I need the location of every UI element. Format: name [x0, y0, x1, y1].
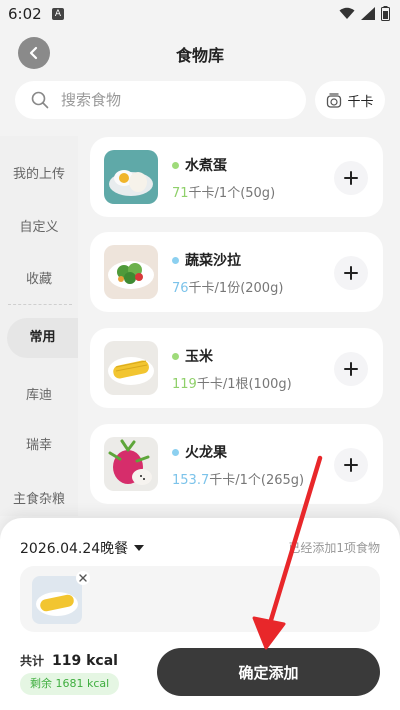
- total-row: 共计 119 kcal: [20, 652, 118, 669]
- food-kcal: 119: [172, 377, 197, 392]
- sidebar-divider: [8, 304, 72, 305]
- close-icon: [79, 574, 87, 582]
- confirm-add-button[interactable]: 确定添加: [157, 648, 380, 696]
- status-bar: 6:02 A: [0, 0, 400, 28]
- plus-icon: [344, 171, 358, 185]
- scale-icon: [327, 93, 342, 108]
- food-meta: 71千卡/1个(50g): [172, 182, 275, 201]
- meal-label: 2026.04.24晚餐: [20, 541, 129, 557]
- add-food-button[interactable]: [334, 161, 368, 195]
- search-icon: [31, 91, 49, 109]
- food-kcal: 153.7: [172, 473, 210, 488]
- bottom-sheet: 2026.04.24晚餐 已经添加1项食物 共计 119 kcal 剩余 168…: [0, 518, 400, 710]
- search-box[interactable]: [15, 81, 306, 119]
- food-kcal: 76: [172, 281, 189, 296]
- sidebar-item-favorites[interactable]: 收藏: [0, 268, 78, 287]
- food-name: 水煮蛋: [185, 158, 227, 174]
- corn-icon: [104, 341, 158, 395]
- food-meta: 153.7千卡/1个(265g): [172, 469, 304, 488]
- meal-selector[interactable]: 2026.04.24晚餐: [20, 538, 145, 558]
- food-name-row: 火龙果: [172, 442, 227, 462]
- food-name-row: 蔬菜沙拉: [172, 250, 241, 270]
- caret-down-icon: [134, 545, 145, 551]
- food-unit: 千卡/1根(100g): [196, 377, 292, 392]
- sidebar-item-cotti[interactable]: 库迪: [0, 384, 78, 403]
- food-unit: 千卡/1个(50g): [188, 186, 276, 201]
- corn-icon: [36, 592, 78, 616]
- food-kcal: 71: [172, 186, 189, 201]
- food-meta: 76千卡/1份(200g): [172, 277, 283, 296]
- food-card-dragon-fruit[interactable]: 火龙果 153.7千卡/1个(265g): [90, 424, 383, 504]
- total-value: 119 kcal: [52, 653, 118, 669]
- plus-icon: [344, 362, 358, 376]
- added-count: 已经添加1项食物: [288, 541, 380, 555]
- page-title: 食物库: [175, 46, 224, 65]
- battery-icon: [381, 6, 390, 21]
- salad-icon: [104, 245, 158, 299]
- food-name: 蔬菜沙拉: [185, 253, 241, 269]
- food-dot: [172, 161, 179, 169]
- signal-icon: [361, 7, 375, 20]
- food-dot: [172, 352, 179, 360]
- selected-food-thumb[interactable]: [32, 576, 82, 624]
- plus-icon: [344, 266, 358, 280]
- food-card-corn[interactable]: 玉米 119千卡/1根(100g): [90, 328, 383, 408]
- add-food-button[interactable]: [334, 256, 368, 290]
- unit-label: 千卡: [347, 94, 374, 110]
- search-input[interactable]: [61, 81, 291, 119]
- food-name: 玉米: [185, 349, 213, 365]
- sidebar-item-my-uploads[interactable]: 我的上传: [0, 163, 78, 182]
- food-meta: 119千卡/1根(100g): [172, 373, 292, 392]
- food-name-row: 玉米: [172, 346, 213, 366]
- notification-icon: A: [52, 8, 64, 20]
- boiled-egg-icon: [104, 150, 158, 204]
- wifi-icon: [339, 7, 355, 19]
- add-food-button[interactable]: [334, 352, 368, 386]
- sidebar-item-common[interactable]: 常用: [7, 318, 78, 358]
- selected-food-tray: [20, 566, 380, 632]
- status-time: 6:02: [8, 5, 42, 23]
- food-unit: 千卡/1个(265g): [209, 473, 305, 488]
- sidebar-item-staples[interactable]: 主食杂粮: [0, 488, 78, 507]
- food-card-salad[interactable]: 蔬菜沙拉 76千卡/1份(200g): [90, 232, 383, 312]
- unit-toggle-button[interactable]: 千卡: [315, 81, 385, 119]
- food-name-row: 水煮蛋: [172, 155, 227, 175]
- food-card-boiled-egg[interactable]: 水煮蛋 71千卡/1个(50g): [90, 137, 383, 217]
- food-name: 火龙果: [185, 445, 227, 461]
- add-food-button[interactable]: [334, 448, 368, 482]
- food-dot: [172, 256, 179, 264]
- sidebar-item-custom[interactable]: 自定义: [0, 216, 78, 235]
- category-sidebar: 我的上传 自定义 收藏 常用 库迪 瑞幸 主食杂粮: [0, 136, 78, 516]
- sidebar-item-luckin[interactable]: 瑞幸: [0, 434, 78, 453]
- total-label: 共计: [20, 654, 45, 668]
- food-dot: [172, 448, 179, 456]
- dragon-fruit-icon: [104, 437, 158, 491]
- food-unit: 千卡/1份(200g): [188, 281, 284, 296]
- status-icons: [339, 6, 390, 21]
- remove-icon[interactable]: [76, 571, 90, 585]
- plus-icon: [344, 458, 358, 472]
- remaining-badge: 剩余 1681 kcal: [20, 673, 120, 695]
